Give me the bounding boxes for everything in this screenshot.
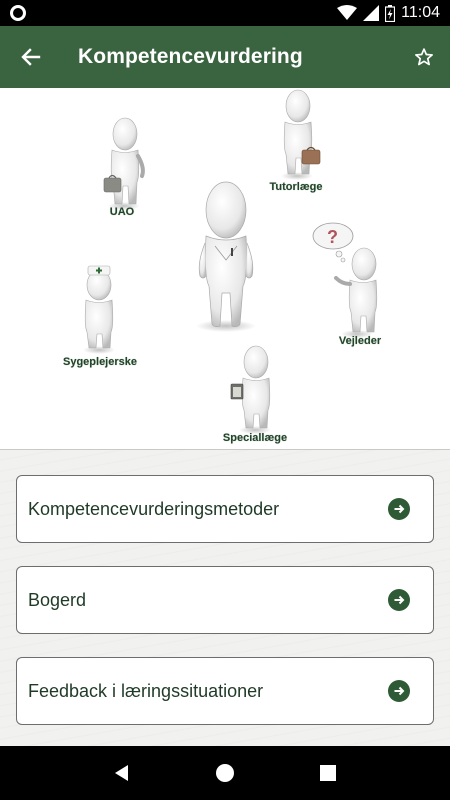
role-label-sygeplejerske[interactable]: Sygeplejerske — [63, 356, 137, 368]
role-label-vejleder[interactable]: Vejleder — [339, 335, 381, 347]
svg-text:?: ? — [327, 227, 338, 247]
menu-item-label: Bogerd — [28, 589, 87, 610]
nav-home-button[interactable] — [205, 753, 245, 793]
status-right: 11:04 — [337, 4, 440, 22]
uao-figure — [103, 117, 145, 210]
menu-list: Kompetencevurderingsmetoder Bogerd Feedb… — [0, 450, 450, 746]
roles-illustration-svg: ? — [83, 89, 378, 434]
menu-item-kompetencevurderingsmetoder[interactable]: Kompetencevurderingsmetoder — [16, 475, 434, 543]
system-nav-bar — [0, 746, 450, 800]
tutorlaege-figure — [281, 89, 321, 180]
app-bar: Kompetencevurdering — [0, 26, 450, 88]
menu-item-bogerd[interactable]: Bogerd — [16, 566, 434, 634]
star-outline-icon — [415, 48, 433, 66]
wifi-icon — [337, 5, 358, 20]
vejleder-figure: ? — [312, 222, 378, 338]
menu-item-label: Kompetencevurderingsmetoder — [28, 498, 280, 519]
status-bar: 11:04 — [0, 0, 450, 26]
signal-icon — [363, 5, 380, 21]
arrow-right-circle-icon — [388, 680, 410, 702]
status-time: 11:04 — [401, 4, 440, 21]
back-button[interactable] — [0, 26, 62, 88]
status-left — [10, 5, 26, 21]
page-title: Kompetencevurdering — [78, 45, 303, 68]
nav-back-button[interactable] — [102, 753, 142, 793]
favorite-button[interactable] — [398, 26, 450, 88]
role-label-uao[interactable]: UAO — [110, 206, 134, 218]
role-label-speciallaege[interactable]: Speciallæge — [223, 432, 287, 444]
nav-recents-button[interactable] — [308, 753, 348, 793]
thought-bubble-icon: ? — [312, 222, 354, 263]
nav-back-icon — [114, 765, 128, 781]
arrow-right-circle-icon — [388, 498, 410, 520]
main-person-figure — [196, 181, 256, 332]
battery-icon — [385, 4, 396, 22]
notification-circle-icon — [10, 5, 26, 21]
nav-recents-icon — [320, 765, 337, 781]
speciallaege-figure — [230, 345, 271, 434]
menu-item-label: Feedback i læringssituationer — [28, 680, 264, 701]
role-label-tutorlaege[interactable]: Tutorlæge — [270, 181, 323, 193]
roles-illustration: ? UAO Tutorlæge Vejleder Sygeplejerske S… — [0, 88, 450, 450]
nav-home-icon — [215, 764, 234, 782]
arrow-right-circle-icon — [388, 589, 410, 611]
menu-item-feedback[interactable]: Feedback i læringssituationer — [16, 657, 434, 725]
sygeplejerske-figure — [83, 265, 115, 354]
back-arrow-icon — [21, 48, 41, 66]
